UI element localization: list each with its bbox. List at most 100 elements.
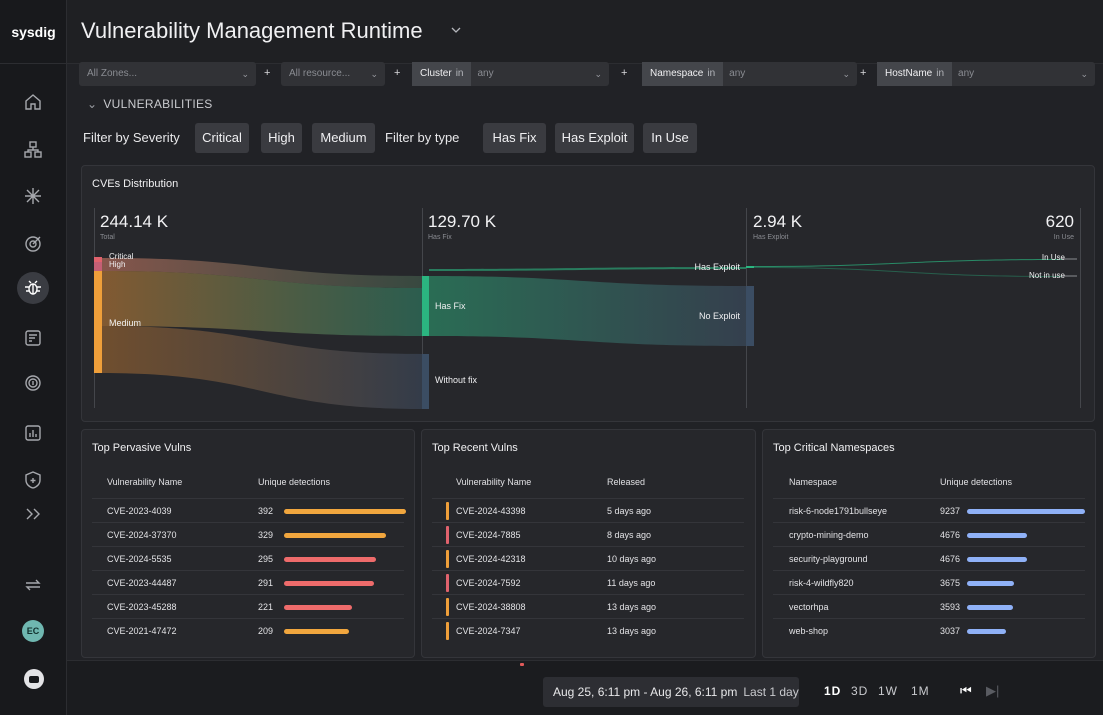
chip-has-fix[interactable]: Has Fix (483, 123, 546, 153)
chat-icon[interactable] (24, 669, 44, 689)
namespace-filter[interactable]: Namespace in any ⌄ (642, 62, 857, 86)
hostname-filter-op: in (936, 68, 945, 79)
flow-hasexploit-inuse (754, 259, 1062, 267)
table-row[interactable]: CVE-2023-45288 221 (92, 594, 404, 618)
page-title[interactable]: Vulnerability Management Runtime (81, 18, 423, 44)
namespace-filter-key: Namespace (650, 68, 704, 79)
severity-stripe (446, 598, 449, 616)
vuln-name[interactable]: CVE-2024-38808 (456, 602, 526, 612)
detection-count: 3675 (940, 578, 961, 588)
fingerprint-icon[interactable] (17, 367, 49, 399)
severity-filter-label: Filter by Severity (83, 130, 180, 145)
table-row[interactable]: web-shop 3037 (773, 618, 1085, 642)
range-1m[interactable]: 1M (911, 684, 930, 698)
top-namespaces-panel: Top Critical Namespaces Namespace Unique… (762, 429, 1096, 658)
detection-count: 221 (258, 602, 274, 612)
range-1w[interactable]: 1W (878, 684, 898, 698)
table-row[interactable]: CVE-2024-42318 10 days ago (432, 546, 744, 570)
vuln-name[interactable]: CVE-2024-42318 (456, 554, 526, 564)
swap-icon[interactable] (17, 569, 49, 601)
resources-select[interactable]: All resource... ⌄ (281, 62, 385, 86)
cluster-filter[interactable]: Cluster in any ⌄ (412, 62, 609, 86)
panel-title: Top Recent Vulns (432, 442, 518, 454)
vuln-name[interactable]: CVE-2023-44487 (107, 578, 177, 588)
table-row[interactable]: CVE-2023-4039 392 (92, 498, 406, 522)
add-filter-icon[interactable]: + (394, 67, 400, 79)
chart-icon[interactable] (17, 417, 49, 449)
namespace-name[interactable]: security-playground (789, 554, 868, 564)
vuln-name[interactable]: CVE-2024-7592 (456, 578, 521, 588)
user-avatar[interactable]: EC (22, 620, 44, 642)
chip-has-exploit[interactable]: Has Exploit (555, 123, 634, 153)
expand-icon[interactable] (17, 498, 49, 530)
detection-bar (967, 533, 1027, 538)
vuln-name[interactable]: CVE-2024-5535 (107, 554, 172, 564)
zones-select[interactable]: All Zones... ⌄ (79, 62, 256, 86)
shield-icon[interactable] (17, 464, 49, 496)
table-row[interactable]: CVE-2021-47472 209 (92, 618, 404, 642)
released-date: 8 days ago (607, 530, 652, 540)
table-row[interactable]: risk-6-node1791bullseye 9237 (773, 498, 1085, 522)
range-3d[interactable]: 3D (851, 684, 868, 698)
node-withoutfix (422, 354, 429, 409)
cves-distribution-panel: CVEs Distribution 244.14 K Total 129.70 … (81, 165, 1095, 422)
vuln-name[interactable]: CVE-2024-7885 (456, 530, 521, 540)
namespace-name[interactable]: vectorhpa (789, 602, 829, 612)
label-high: High (109, 260, 126, 269)
vuln-name[interactable]: CVE-2021-47472 (107, 626, 177, 636)
table-row[interactable]: CVE-2024-7885 8 days ago (432, 522, 744, 546)
chip-critical[interactable]: Critical (195, 123, 249, 153)
table-row[interactable]: CVE-2024-38808 13 days ago (432, 594, 744, 618)
detection-count: 329 (258, 530, 274, 540)
vuln-name[interactable]: CVE-2024-43398 (456, 506, 526, 516)
table-row[interactable]: security-playground 4676 (773, 546, 1085, 570)
grid-icon[interactable] (17, 134, 49, 166)
detection-count: 392 (258, 506, 274, 516)
table-row[interactable]: CVE-2024-5535 295 (92, 546, 404, 570)
table-row[interactable]: vectorhpa 3593 (773, 594, 1085, 618)
vulnerabilities-section-toggle[interactable]: ⌄ VULNERABILITIES (87, 97, 213, 111)
bug-icon[interactable] (17, 272, 49, 304)
table-row[interactable]: CVE-2024-43398 5 days ago (432, 498, 744, 522)
node-high (94, 262, 102, 271)
detection-count: 3593 (940, 602, 961, 612)
sparkle-icon[interactable] (17, 180, 49, 212)
namespace-name[interactable]: risk-4-wildfly820 (789, 578, 854, 588)
chevron-down-icon: ⌄ (594, 69, 602, 79)
date-range-picker[interactable]: Aug 25, 6:11 pm - Aug 26, 6:11 pm Last 1 … (543, 677, 799, 707)
date-range-value: Aug 25, 6:11 pm - Aug 26, 6:11 pm (553, 685, 738, 699)
add-filter-icon[interactable]: + (860, 67, 866, 79)
table-row[interactable]: crypto-mining-demo 4676 (773, 522, 1085, 546)
table-row[interactable]: CVE-2024-7347 13 days ago (432, 618, 744, 642)
table-row[interactable]: CVE-2024-37370 329 (92, 522, 404, 546)
label-hasfix: Has Fix (435, 301, 466, 311)
section-label: VULNERABILITIES (103, 97, 213, 111)
vuln-name[interactable]: CVE-2024-7347 (456, 626, 521, 636)
table-row[interactable]: risk-4-wildfly820 3675 (773, 570, 1085, 594)
chip-high[interactable]: High (261, 123, 302, 153)
detection-bar (284, 605, 352, 610)
report-icon[interactable] (17, 322, 49, 354)
add-filter-icon[interactable]: + (621, 67, 627, 79)
add-filter-icon[interactable]: + (264, 67, 270, 79)
chevron-down-icon: ⌄ (370, 69, 378, 79)
chevron-down-icon[interactable] (449, 23, 463, 37)
vuln-name[interactable]: CVE-2024-37370 (107, 530, 177, 540)
table-row[interactable]: CVE-2024-7592 11 days ago (432, 570, 744, 594)
panel-title: Top Pervasive Vulns (92, 442, 192, 454)
chip-in-use[interactable]: In Use (643, 123, 697, 153)
skip-forward-icon[interactable]: ▶| (986, 683, 999, 699)
range-1d[interactable]: 1D (824, 684, 841, 698)
vuln-name[interactable]: CVE-2023-45288 (107, 602, 177, 612)
vuln-name[interactable]: CVE-2023-4039 (107, 506, 172, 516)
sysdig-logo[interactable]: sysdig (0, 0, 67, 64)
namespace-name[interactable]: crypto-mining-demo (789, 530, 869, 540)
target-icon[interactable] (17, 228, 49, 260)
namespace-name[interactable]: risk-6-node1791bullseye (789, 506, 887, 516)
table-row[interactable]: CVE-2023-44487 291 (92, 570, 404, 594)
hostname-filter[interactable]: HostName in any ⌄ (877, 62, 1095, 86)
chip-medium[interactable]: Medium (312, 123, 375, 153)
home-icon[interactable] (17, 86, 49, 118)
namespace-name[interactable]: web-shop (789, 626, 828, 636)
skip-back-icon[interactable]: ⏮ (960, 683, 972, 699)
